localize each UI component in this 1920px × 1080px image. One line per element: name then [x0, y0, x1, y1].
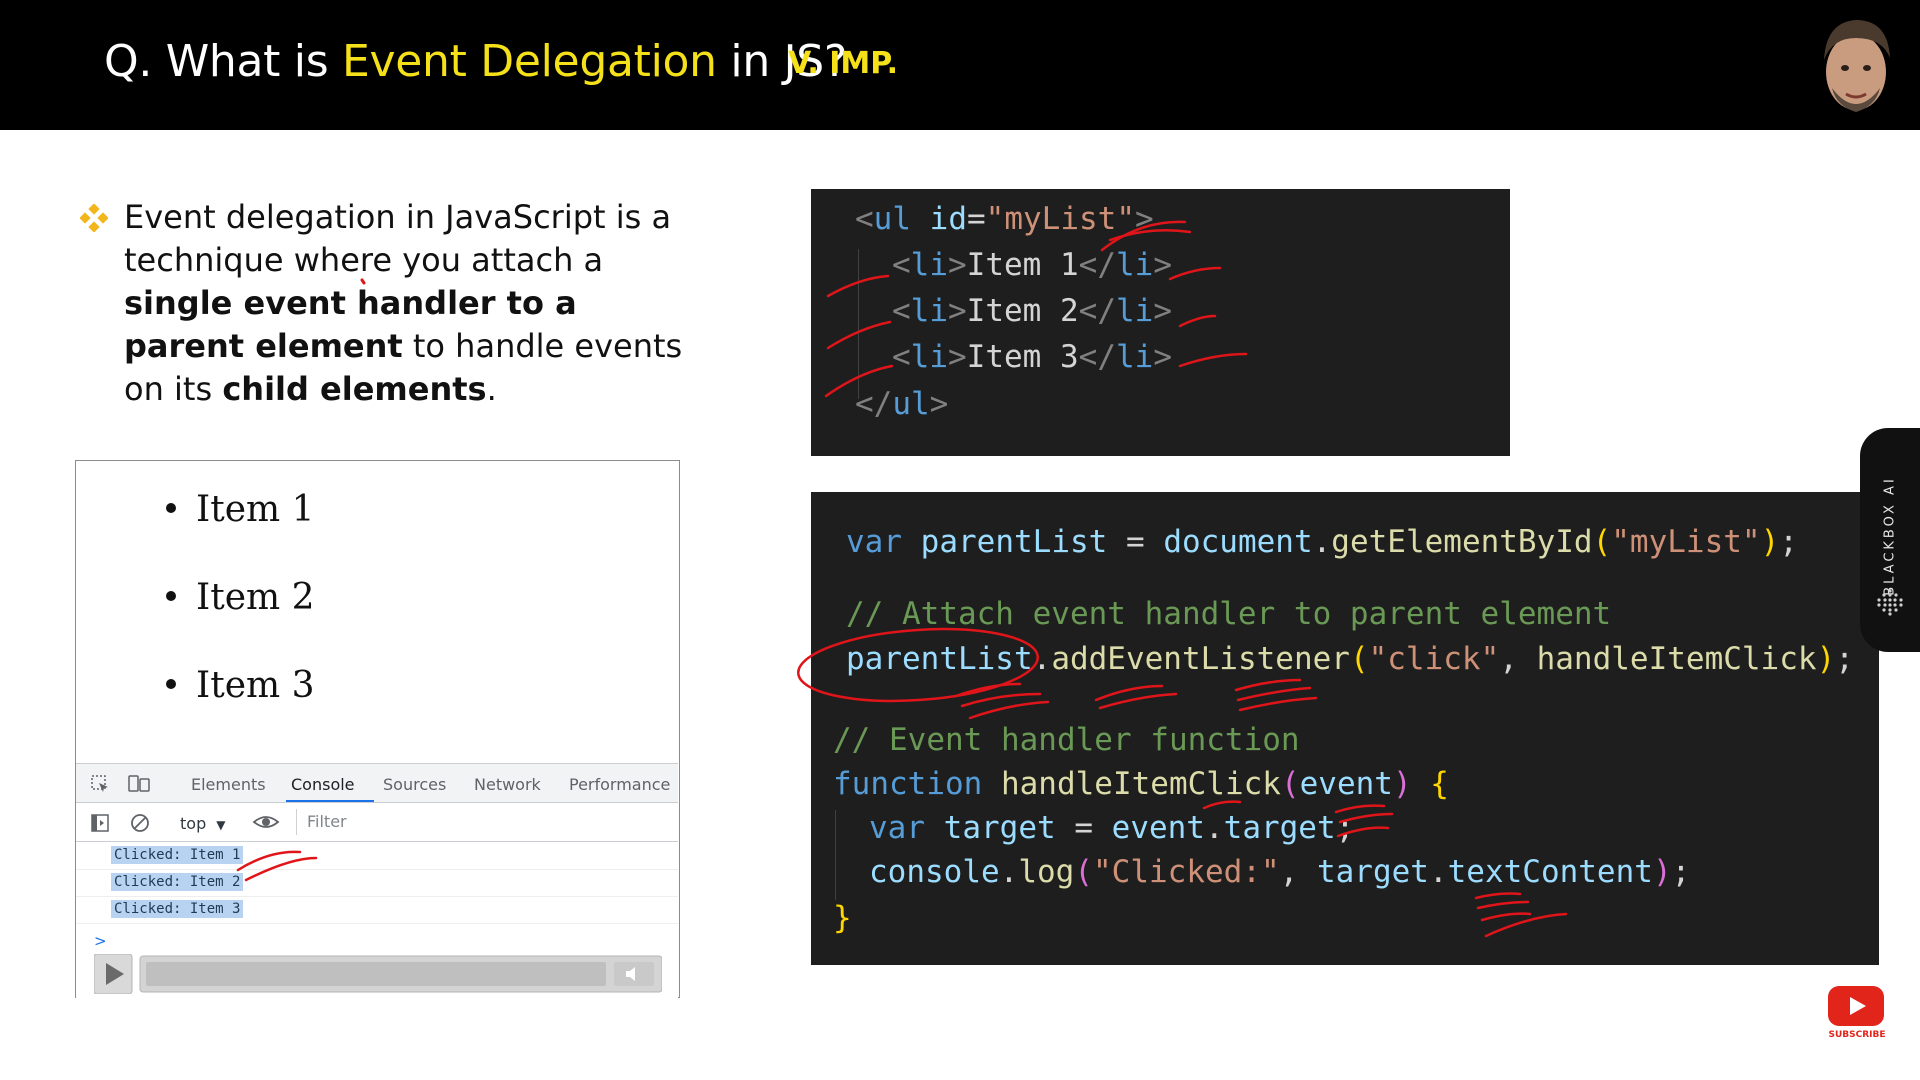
bullet-dot [166, 679, 176, 689]
bullet-dot [166, 503, 176, 513]
demo-list-item[interactable]: Item 1 [166, 489, 314, 530]
code-line: </ul> [855, 386, 949, 422]
console-log-row: Clicked: Item 3 [76, 896, 678, 924]
demo-list-item[interactable]: Item 3 [166, 665, 314, 706]
active-tab-indicator [286, 800, 374, 802]
log-message: Clicked: Item 3 [111, 900, 244, 918]
code-line: <li>Item 1</li> [892, 247, 1172, 283]
js-code-block: var parentList = document.getElementById… [811, 492, 1879, 965]
devtools-panel: Elements Console Sources Network Perform… [76, 763, 678, 998]
context-selector[interactable]: top ▼ [180, 814, 225, 833]
widget-label: BLACKBOX AI [1882, 476, 1898, 596]
code-comment: // Attach event handler to parent elemen… [846, 596, 1612, 632]
chevron-down-icon: ▼ [216, 818, 226, 832]
tab-elements[interactable]: Elements [191, 775, 266, 794]
console-log-row: Clicked: Item 2 [76, 869, 678, 897]
tab-console[interactable]: Console [291, 775, 355, 794]
dots-logo-icon [1877, 589, 1903, 616]
live-expression-eye-icon[interactable] [252, 812, 280, 832]
demo-list-item[interactable]: Item 2 [166, 577, 314, 618]
code-line: <li>Item 3</li> [892, 339, 1172, 375]
bullet-dot [166, 591, 176, 601]
indent-guide [858, 249, 859, 399]
definition-text: Event delegation in JavaScript is a tech… [124, 198, 683, 408]
title-highlight: Event Delegation [342, 36, 717, 87]
console-toolbar: top ▼ Filter [76, 803, 678, 842]
log-message: Clicked: Item 2 [111, 873, 244, 891]
diamond-bullet-icon [80, 204, 108, 232]
blackbox-ai-widget[interactable]: BLACKBOX AI [1860, 428, 1920, 652]
code-line: var parentList = document.getElementById… [846, 524, 1798, 560]
presenter-avatar [1824, 20, 1890, 112]
youtube-play-icon [1828, 986, 1884, 1026]
inspect-element-icon[interactable] [90, 774, 110, 794]
tab-network[interactable]: Network [474, 775, 541, 794]
slide-title: Q. What is Event Delegation in JS? [104, 36, 847, 87]
sidebar-toggle-icon[interactable] [90, 813, 110, 833]
log-message: Clicked: Item 1 [111, 846, 244, 864]
device-toolbar-icon[interactable] [128, 774, 150, 794]
code-line: } [833, 900, 852, 936]
indent-guide [835, 810, 836, 900]
browser-demo: Item 1 Item 2 Item 3 Elements Console So… [75, 460, 680, 998]
devtools-tab-bar: Elements Console Sources Network Perform… [76, 764, 678, 803]
tab-performance[interactable]: Performance [569, 775, 670, 794]
filter-input[interactable]: Filter [296, 809, 666, 835]
clear-console-icon[interactable] [130, 813, 150, 833]
subscribe-button[interactable]: SUBSCRIBE [1826, 986, 1888, 1046]
html-code-block: <ul id="myList"> <li>Item 1</li> <li>Ite… [811, 189, 1510, 456]
code-comment: // Event handler function [833, 722, 1300, 758]
console-prompt[interactable]: > [94, 932, 107, 950]
tab-sources[interactable]: Sources [383, 775, 446, 794]
code-line: var target = event.target; [869, 810, 1355, 846]
code-line: console.log("Clicked:", target.textConte… [869, 854, 1691, 890]
demo-list: Item 1 Item 2 Item 3 [76, 461, 676, 761]
importance-badge: V. IMP. [788, 46, 899, 81]
code-line: <li>Item 2</li> [892, 293, 1172, 329]
video-player-bar [94, 954, 662, 994]
code-line: function handleItemClick(event) { [833, 766, 1449, 802]
subscribe-label: SUBSCRIBE [1828, 1030, 1886, 1040]
console-log-row: Clicked: Item 1 [76, 842, 678, 870]
slide-header: Q. What is Event Delegation in JS? V. IM… [0, 0, 1920, 130]
code-line: parentList.addEventListener("click", han… [846, 641, 1854, 677]
code-line: <ul id="myList"> [855, 201, 1154, 237]
